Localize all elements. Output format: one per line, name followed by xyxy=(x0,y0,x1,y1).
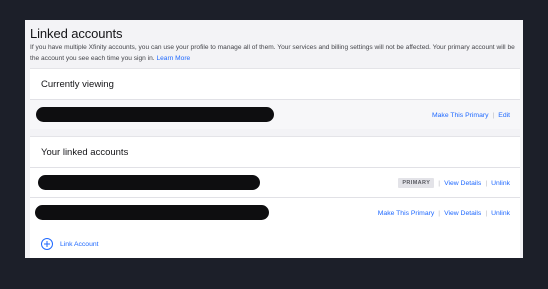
linked-account-row: Make This Primary | View Details | Unlin… xyxy=(30,197,520,227)
view-details-link[interactable]: View Details xyxy=(444,210,481,217)
separator: | xyxy=(438,179,441,187)
linked-accounts-card: Your linked accounts PRIMARY | View Deta… xyxy=(30,136,520,258)
make-primary-link[interactable]: Make This Primary xyxy=(378,210,435,217)
current-account-actions: Make This Primary | Edit xyxy=(432,100,510,130)
unlink-link[interactable]: Unlink xyxy=(491,210,510,217)
linked-account-actions: PRIMARY | View Details | Unlink xyxy=(398,168,510,198)
description-text: If you have multiple Xfinity accounts, y… xyxy=(30,44,515,62)
add-circle-icon xyxy=(41,238,53,250)
linked-account-actions: Make This Primary | View Details | Unlin… xyxy=(378,198,510,228)
redacted-account-name xyxy=(35,205,269,220)
separator: | xyxy=(438,209,441,217)
unlink-link[interactable]: Unlink xyxy=(491,180,510,187)
separator: | xyxy=(492,111,495,119)
edit-link[interactable]: Edit xyxy=(498,112,510,119)
link-account-label: Link Account xyxy=(60,240,99,248)
redacted-account-name xyxy=(38,175,260,190)
page-title: Linked accounts xyxy=(30,26,123,41)
make-primary-link[interactable]: Make This Primary xyxy=(432,112,489,119)
currently-viewing-title: Currently viewing xyxy=(41,79,114,90)
learn-more-link[interactable]: Learn More xyxy=(156,55,190,62)
redacted-account-name xyxy=(36,107,274,122)
current-account-row: Make This Primary | Edit xyxy=(30,99,520,129)
linked-accounts-title: Your linked accounts xyxy=(41,147,129,158)
separator: | xyxy=(485,209,488,217)
linked-account-row: PRIMARY | View Details | Unlink xyxy=(30,167,520,197)
separator: | xyxy=(485,179,488,187)
view-details-link[interactable]: View Details xyxy=(444,180,481,187)
page-description: If you have multiple Xfinity accounts, y… xyxy=(30,42,520,64)
primary-badge: PRIMARY xyxy=(398,178,435,188)
link-account-button[interactable]: Link Account xyxy=(41,238,99,250)
linked-accounts-panel: Linked accounts If you have multiple Xfi… xyxy=(25,20,523,258)
currently-viewing-card: Currently viewing Make This Primary | Ed… xyxy=(30,68,520,129)
